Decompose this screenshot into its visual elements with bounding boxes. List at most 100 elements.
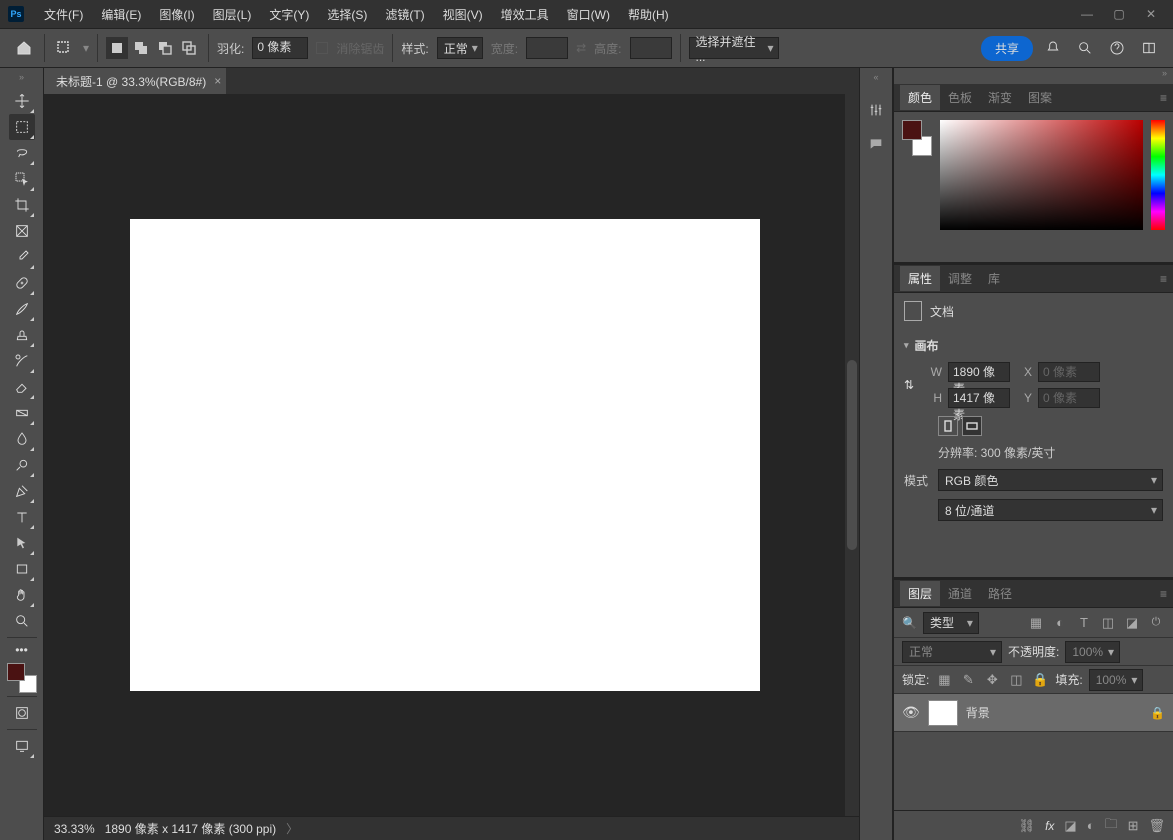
filter-search-icon[interactable]: 🔍 (902, 616, 917, 630)
foreground-swatch[interactable] (7, 663, 25, 681)
healing-tool[interactable] (9, 270, 35, 296)
color-swatches[interactable] (7, 663, 37, 693)
filter-kind-select[interactable]: 类型 (923, 612, 979, 634)
document-tab[interactable]: 未标题-1 @ 33.3%(RGB/8#) × (44, 68, 226, 94)
menu-layer[interactable]: 图层(L) (205, 2, 260, 27)
canvas-section[interactable]: ▾画布 (904, 337, 1163, 354)
search-icon[interactable] (1073, 36, 1097, 60)
link-wh-icon[interactable]: ⇅ (904, 378, 920, 392)
toolbox-collapse[interactable]: » (0, 72, 43, 88)
delete-layer-icon[interactable]: 🗑 (1148, 818, 1165, 834)
tab-paths[interactable]: 路径 (980, 581, 1020, 606)
selection-new-icon[interactable] (106, 37, 128, 59)
orientation-portrait-icon[interactable] (938, 416, 958, 436)
lock-transparent-icon[interactable]: ▦ (935, 671, 953, 689)
selection-intersect-icon[interactable] (178, 37, 200, 59)
vertical-scrollbar[interactable] (845, 94, 859, 816)
frame-tool[interactable] (9, 218, 35, 244)
layer-group-icon[interactable]: 🗀 (1105, 815, 1118, 837)
dodge-tool[interactable] (9, 452, 35, 478)
menu-edit[interactable]: 编辑(E) (93, 2, 149, 27)
layer-thumbnail[interactable] (928, 700, 958, 726)
share-button[interactable]: 共享 (981, 36, 1033, 61)
notifications-icon[interactable] (1041, 36, 1065, 60)
tab-color[interactable]: 颜色 (900, 85, 940, 110)
workspace-icon[interactable] (1137, 36, 1161, 60)
filter-toggle-icon[interactable]: ⏻ (1147, 614, 1165, 632)
tab-adjustments[interactable]: 调整 (940, 266, 980, 291)
selection-subtract-icon[interactable] (154, 37, 176, 59)
screenmode-icon[interactable] (9, 733, 35, 759)
zoom-tool[interactable] (9, 608, 35, 634)
lasso-tool[interactable] (9, 140, 35, 166)
hand-tool[interactable] (9, 582, 35, 608)
panels-collapse[interactable]: » (894, 68, 1173, 84)
menu-filter[interactable]: 滤镜(T) (377, 2, 432, 27)
tab-gradients[interactable]: 渐变 (980, 85, 1020, 110)
edit-toolbar-icon[interactable]: ••• (9, 641, 35, 659)
collapsed-expand[interactable]: « (860, 72, 892, 88)
menu-plugins[interactable]: 增效工具 (493, 2, 557, 27)
pen-tool[interactable] (9, 478, 35, 504)
rectangle-tool[interactable] (9, 556, 35, 582)
zoom-level[interactable]: 33.33% (54, 822, 95, 836)
menu-view[interactable]: 视图(V) (435, 2, 491, 27)
color-fg-bg[interactable] (902, 120, 932, 156)
quick-select-tool[interactable] (9, 166, 35, 192)
hue-slider[interactable] (1151, 120, 1165, 230)
panel-menu-icon[interactable]: ≡ (1160, 587, 1167, 601)
brush-tool[interactable] (9, 296, 35, 322)
tab-libraries[interactable]: 库 (980, 266, 1008, 291)
path-select-tool[interactable] (9, 530, 35, 556)
orientation-landscape-icon[interactable] (962, 416, 982, 436)
filter-type-icon[interactable]: T (1075, 614, 1093, 632)
scrollbar-thumb[interactable] (847, 360, 857, 550)
link-layers-icon[interactable]: ⛓ (1019, 818, 1036, 834)
clone-stamp-tool[interactable] (9, 322, 35, 348)
help-icon[interactable] (1105, 36, 1129, 60)
gradient-tool[interactable] (9, 400, 35, 426)
move-tool[interactable] (9, 88, 35, 114)
lock-all-icon[interactable]: 🔒 (1031, 671, 1049, 689)
tab-swatches[interactable]: 色板 (940, 85, 980, 110)
history-brush-tool[interactable] (9, 348, 35, 374)
minimize-button[interactable]: — (1073, 4, 1101, 24)
feather-input[interactable]: 0 像素 (252, 37, 308, 59)
visibility-icon[interactable]: 👁 (902, 704, 920, 721)
comments-panel-icon[interactable] (864, 132, 888, 156)
layer-name[interactable]: 背景 (966, 704, 990, 721)
filter-adjust-icon[interactable]: ◐ (1051, 614, 1069, 632)
select-and-mask-button[interactable]: 选择并遮住 ... (689, 37, 779, 59)
style-select[interactable]: 正常 (437, 37, 483, 59)
menu-file[interactable]: 文件(F) (36, 2, 91, 27)
tool-preset-icon[interactable] (53, 37, 75, 59)
status-chevron-icon[interactable]: 〉 (286, 820, 298, 837)
menu-window[interactable]: 窗口(W) (559, 2, 618, 27)
selection-add-icon[interactable] (130, 37, 152, 59)
layer-lock-icon[interactable]: 🔒 (1150, 706, 1165, 720)
menu-type[interactable]: 文字(Y) (261, 2, 317, 27)
tab-channels[interactable]: 通道 (940, 581, 980, 606)
color-field[interactable] (940, 120, 1143, 230)
bit-depth-select[interactable]: 8 位/通道 (938, 499, 1163, 521)
maximize-button[interactable]: ▢ (1105, 4, 1133, 24)
tab-layers[interactable]: 图层 (900, 581, 940, 606)
height-field[interactable]: 1417 像素 (948, 388, 1010, 408)
filter-smart-icon[interactable]: ◪ (1123, 614, 1141, 632)
quickmask-icon[interactable] (9, 700, 35, 726)
canvas[interactable] (130, 219, 760, 691)
new-layer-icon[interactable]: ⊞ (1128, 818, 1139, 834)
layer-mask-icon[interactable]: ◪ (1064, 818, 1076, 834)
canvas-viewport[interactable] (44, 94, 845, 816)
layer-fx-icon[interactable]: fx (1045, 818, 1054, 833)
eraser-tool[interactable] (9, 374, 35, 400)
panel-menu-icon[interactable]: ≡ (1160, 91, 1167, 105)
panel-menu-icon[interactable]: ≡ (1160, 272, 1167, 286)
color-mode-select[interactable]: RGB 颜色 (938, 469, 1163, 491)
tab-properties[interactable]: 属性 (900, 266, 940, 291)
document-dimensions[interactable]: 1890 像素 x 1417 像素 (300 ppi) (105, 820, 276, 837)
close-button[interactable]: ✕ (1137, 4, 1165, 24)
filter-shape-icon[interactable]: ◫ (1099, 614, 1117, 632)
menu-select[interactable]: 选择(S) (319, 2, 375, 27)
adjustments-panel-icon[interactable] (864, 98, 888, 122)
